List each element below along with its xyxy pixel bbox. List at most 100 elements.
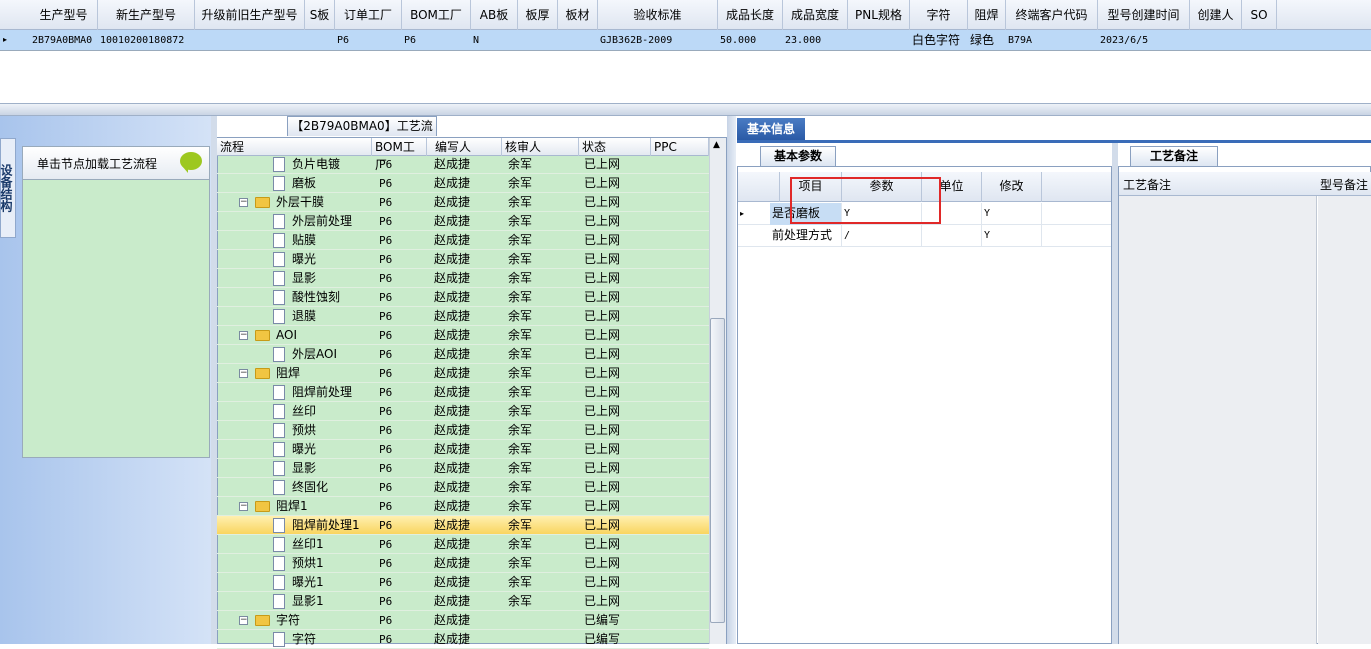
top-col-header[interactable]: 升级前旧生产型号	[195, 0, 305, 30]
top-col-header[interactable]: 成品宽度	[783, 0, 848, 30]
tree-leaf-node[interactable]: 贴膜 P6 赵成捷 余军 已上网	[217, 231, 709, 250]
model-notes-body[interactable]	[1318, 196, 1371, 644]
tree-leaf-node[interactable]: 曝光 P6 赵成捷 余军 已上网	[217, 440, 709, 459]
tree-leaf-node[interactable]: 退膜 P6 赵成捷 余军 已上网	[217, 307, 709, 326]
top-cell[interactable]: GJB362B-2009	[598, 30, 718, 51]
tree-col-header[interactable]: 核审人	[502, 138, 579, 156]
param-unit-cell[interactable]	[922, 225, 982, 247]
top-cell[interactable]	[848, 30, 910, 51]
top-col-header[interactable]: 板材	[558, 0, 598, 30]
collapse-icon[interactable]: −	[239, 198, 248, 207]
top-cell[interactable]	[558, 30, 598, 51]
collapse-icon[interactable]: −	[239, 502, 248, 511]
collapse-icon[interactable]: −	[239, 369, 248, 378]
tree-folder-node[interactable]: − 外层干膜 P6 赵成捷 余军 已上网	[217, 193, 709, 212]
top-cell[interactable]: 2023/6/5	[1098, 30, 1190, 51]
vertical-tab-device-structure[interactable]: 设备结构	[0, 138, 16, 238]
tree-leaf-node[interactable]: 显影 P6 赵成捷 余军 已上网	[217, 269, 709, 288]
tree-col-header[interactable]: 编写人	[432, 138, 502, 156]
tree-leaf-node[interactable]: 阻焊前处理 P6 赵成捷 余军 已上网	[217, 383, 709, 402]
tree-col-header[interactable]: 状态	[579, 138, 651, 156]
top-cell[interactable]	[518, 30, 558, 51]
tree-leaf-node[interactable]: 预烘1 P6 赵成捷 余军 已上网	[217, 554, 709, 573]
horizontal-splitter[interactable]	[0, 103, 1371, 116]
top-col-header[interactable]: 生产型号	[30, 0, 98, 30]
tab-basic-info[interactable]: 基本信息	[737, 118, 805, 140]
top-cell[interactable]	[1190, 30, 1242, 51]
top-col-header[interactable]: BOM工厂	[402, 0, 471, 30]
top-cell[interactable]: 绿色	[968, 30, 1006, 51]
tree-leaf-node[interactable]: 预烘 P6 赵成捷 余军 已上网	[217, 421, 709, 440]
param-row[interactable]: 前处理方式 / Y	[738, 225, 1111, 247]
top-cell[interactable]	[195, 30, 305, 51]
top-col-header[interactable]: AB板	[471, 0, 518, 30]
writer-cell: 赵成捷	[434, 309, 471, 323]
top-cell[interactable]	[305, 30, 335, 51]
tree-col-header[interactable]: BOM工厂	[372, 138, 427, 172]
top-cell[interactable]: P6	[402, 30, 471, 51]
tree-leaf-node[interactable]: 曝光 P6 赵成捷 余军 已上网	[217, 250, 709, 269]
top-col-header[interactable]: PNL规格	[848, 0, 910, 30]
top-col-header[interactable]: 验收标准	[598, 0, 718, 30]
process-notes-body[interactable]	[1119, 196, 1317, 644]
collapse-icon[interactable]: −	[239, 331, 248, 340]
tree-leaf-node[interactable]: 终固化 P6 赵成捷 余军 已上网	[217, 478, 709, 497]
collapse-icon[interactable]: −	[239, 616, 248, 625]
left-tree-area[interactable]	[22, 146, 210, 458]
tree-folder-node[interactable]: − AOI P6 赵成捷 余军 已上网	[217, 326, 709, 345]
top-cell[interactable]: 10010200180872	[98, 30, 195, 51]
tree-leaf-node[interactable]: 显影1 P6 赵成捷 余军 已上网	[217, 592, 709, 611]
tree-folder-node[interactable]: − 字符 P6 赵成捷 已编写	[217, 611, 709, 630]
top-col-header[interactable]: 终端客户代码	[1006, 0, 1098, 30]
top-cell[interactable]: 白色字符	[910, 30, 968, 51]
tab-basic-params[interactable]: 基本参数	[760, 146, 836, 166]
tree-leaf-node[interactable]: 酸性蚀刻 P6 赵成捷 余军 已上网	[217, 288, 709, 307]
top-grid-row[interactable]: ▸ 2B79A0BMA0 10010200180872 P6 P6 N GJB362B-2…	[0, 30, 1371, 51]
tree-leaf-node[interactable]: 负片电镀 P6 赵成捷 余军 已上网	[217, 155, 709, 174]
top-col-header[interactable]: 新生产型号	[98, 0, 195, 30]
top-col-header[interactable]: 成品长度	[718, 0, 783, 30]
top-cell[interactable]: 2B79A0BMA0	[30, 30, 98, 51]
param-value-cell[interactable]: /	[842, 225, 922, 247]
top-cell[interactable]: P6	[335, 30, 402, 51]
reviewer-cell: 余军	[508, 556, 533, 570]
bom-cell: P6	[379, 405, 393, 418]
tab-process-notes[interactable]: 工艺备注	[1130, 146, 1218, 166]
param-modify-cell[interactable]: Y	[982, 225, 1042, 247]
tree-leaf-node[interactable]: 丝印1 P6 赵成捷 余军 已上网	[217, 535, 709, 554]
tree-leaf-node[interactable]: 磨板 P6 赵成捷 余军 已上网	[217, 174, 709, 193]
top-col-header[interactable]: 订单工厂	[335, 0, 402, 30]
tree-leaf-node[interactable]: 显影 P6 赵成捷 余军 已上网	[217, 459, 709, 478]
top-col-header[interactable]: 型号创建时间	[1098, 0, 1190, 30]
top-cell[interactable]: N	[471, 30, 518, 51]
top-col-header[interactable]: 板厚	[518, 0, 558, 30]
scroll-up-icon[interactable]: ▲	[713, 140, 720, 150]
top-cell[interactable]	[1242, 30, 1277, 51]
top-cell[interactable]: 50.000	[718, 30, 783, 51]
param-item-cell[interactable]: 前处理方式	[770, 225, 842, 247]
top-col-header[interactable]: 字符	[910, 0, 968, 30]
top-cell[interactable]: B79A	[1006, 30, 1098, 51]
top-cell[interactable]: 23.000	[783, 30, 848, 51]
middle-splitter[interactable]	[727, 116, 736, 644]
param-col-header[interactable]: 修改	[982, 172, 1042, 202]
document-icon	[273, 157, 285, 172]
tree-leaf-node[interactable]: 外层AOI P6 赵成捷 余军 已上网	[217, 345, 709, 364]
tree-leaf-node[interactable]: 阻焊前处理1 P6 赵成捷 余军 已上网	[217, 516, 709, 535]
top-col-header[interactable]: SO	[1242, 0, 1277, 30]
tree-leaf-node[interactable]: 曝光1 P6 赵成捷 余军 已上网	[217, 573, 709, 592]
tree-folder-node[interactable]: − 阻焊 P6 赵成捷 余军 已上网	[217, 364, 709, 383]
top-col-header[interactable]: S板	[305, 0, 335, 30]
tree-col-header[interactable]: 流程	[217, 138, 372, 156]
tree-folder-node[interactable]: − 阻焊1 P6 赵成捷 余军 已上网	[217, 497, 709, 516]
speech-bubble-tail	[182, 166, 188, 173]
tree-leaf-node[interactable]: 丝印 P6 赵成捷 余军 已上网	[217, 402, 709, 421]
writer-cell: 赵成捷	[434, 518, 471, 532]
top-col-header[interactable]: 创建人	[1190, 0, 1242, 30]
param-modify-cell[interactable]: Y	[982, 203, 1042, 225]
tree-leaf-node[interactable]: 外层前处理 P6 赵成捷 余军 已上网	[217, 212, 709, 231]
top-col-header[interactable]: 阻焊	[968, 0, 1006, 30]
tree-leaf-node[interactable]: 字符 P6 赵成捷 已编写	[217, 630, 709, 649]
tree-scroll-thumb[interactable]	[710, 318, 725, 623]
tree-col-header[interactable]: PPC	[651, 138, 709, 156]
